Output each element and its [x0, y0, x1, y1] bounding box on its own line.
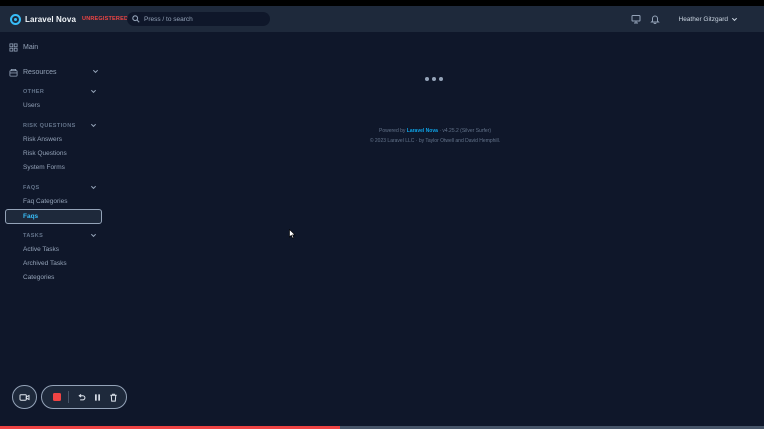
undo-icon[interactable]	[76, 392, 86, 402]
sidebar-group-other[interactable]: OTHER	[23, 89, 97, 95]
chevron-down-icon[interactable]	[92, 68, 99, 77]
sidebar-group-faqs[interactable]: FAQS	[23, 185, 97, 191]
sidebar-item-faq-categories[interactable]: Faq Categories	[23, 198, 67, 205]
footer-powered-by: Powered by Laravel Nova · v4.25.2 (Silve…	[0, 128, 764, 134]
sidebar-item-system-forms[interactable]: System Forms	[23, 164, 65, 171]
video-camera-icon	[19, 393, 30, 401]
brand-name: Laravel Nova	[25, 14, 77, 24]
stop-recording-button[interactable]	[53, 393, 61, 401]
chevron-down-icon[interactable]	[90, 184, 97, 193]
loading-dot	[432, 77, 436, 81]
version-text: · v4.25.2 (Silver Surfer)	[439, 128, 491, 134]
bell-icon[interactable]	[649, 13, 661, 25]
sidebar-item-resources[interactable]: Resources	[9, 68, 109, 77]
nova-logo-icon	[10, 13, 21, 25]
user-menu[interactable]: Heather Gitzgard	[679, 16, 729, 23]
sidebar-item-main[interactable]: Main	[9, 43, 38, 52]
sidebar-item-categories[interactable]: Categories	[23, 274, 54, 281]
brand[interactable]: Laravel Nova UNREGISTERED	[10, 13, 129, 25]
search-icon	[132, 15, 140, 23]
recording-controls	[41, 385, 127, 409]
trash-icon[interactable]	[108, 392, 118, 402]
sidebar-group-title: OTHER	[23, 89, 45, 95]
sidebar-item-risk-questions[interactable]: Risk Questions	[23, 150, 67, 157]
footer-copyright: © 2023 Laravel LLC · by Taylor Otwell an…	[369, 138, 501, 144]
sidebar-item-active-tasks[interactable]: Active Tasks	[23, 246, 59, 253]
powered-by-text: Powered by	[378, 128, 406, 134]
search-box[interactable]	[127, 12, 270, 26]
sidebar-item-faqs[interactable]: Faqs	[5, 209, 102, 224]
sidebar-group-tasks[interactable]: TASKS	[23, 233, 97, 239]
loading-dot	[439, 77, 443, 81]
camera-toggle-button[interactable]	[12, 385, 37, 409]
sidebar-group-title: TASKS	[23, 233, 44, 239]
sidebar-item-archived-tasks[interactable]: Archived Tasks	[23, 260, 67, 267]
sidebar-item-main-label: Main	[23, 44, 39, 51]
nova-link[interactable]: Laravel Nova	[407, 128, 438, 134]
monitor-icon[interactable]	[630, 13, 642, 25]
loading-indicator	[425, 77, 446, 81]
cursor-icon	[289, 229, 296, 239]
divider	[68, 391, 69, 403]
loading-dot	[425, 77, 429, 81]
chevron-down-icon[interactable]	[90, 88, 97, 97]
app-window: Laravel Nova UNREGISTERED Press / to sea…	[0, 0, 764, 429]
sidebar-item-resources-label: Resources	[23, 69, 57, 76]
chevron-down-icon[interactable]	[731, 16, 738, 23]
pause-icon[interactable]	[92, 392, 102, 402]
unregistered-badge: UNREGISTERED	[82, 16, 129, 22]
inbox-icon	[9, 68, 18, 77]
sidebar: Main Resources OTHER Users RISK QUESTION…	[0, 32, 110, 392]
top-header: Laravel Nova UNREGISTERED Press / to sea…	[0, 6, 764, 32]
grid-icon	[9, 43, 18, 52]
sidebar-group-title: FAQS	[23, 185, 40, 191]
chevron-down-icon[interactable]	[90, 232, 97, 241]
sidebar-item-users[interactable]: Users	[23, 102, 40, 109]
search-input[interactable]	[144, 15, 264, 23]
